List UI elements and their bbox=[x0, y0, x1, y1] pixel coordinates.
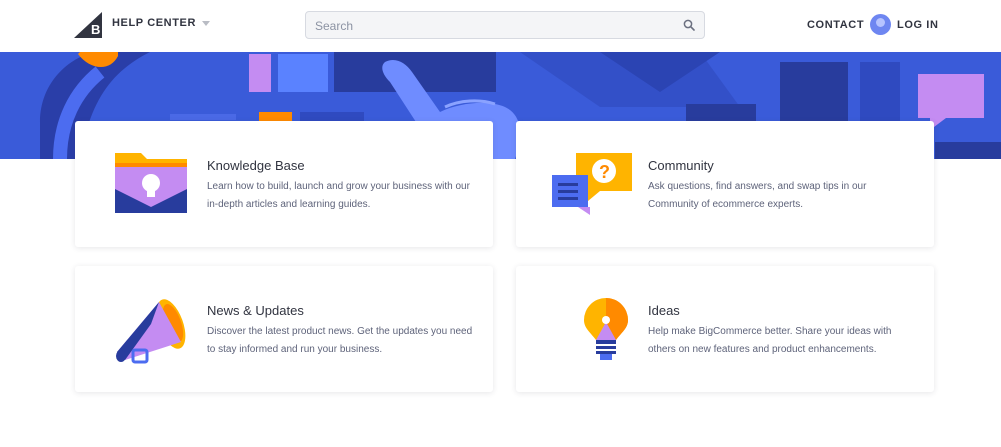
bigcommerce-logo[interactable]: B bbox=[74, 12, 102, 38]
caret-down-icon bbox=[202, 20, 211, 26]
user-avatar-icon bbox=[870, 14, 891, 35]
megaphone-icon bbox=[116, 299, 186, 364]
search-input[interactable] bbox=[315, 18, 675, 34]
card-knowledge-base[interactable]: Knowledge Base Learn how to build, launc… bbox=[75, 121, 493, 247]
card-title: Ideas bbox=[648, 303, 680, 318]
card-community[interactable]: ? Community Ask questions, find answers,… bbox=[516, 121, 934, 247]
contact-link[interactable]: CONTACT bbox=[807, 19, 864, 31]
folder-lightbulb-icon bbox=[115, 153, 187, 213]
card-ideas[interactable]: Ideas Help make BigCommerce better. Shar… bbox=[516, 266, 934, 392]
lightbulb-icon bbox=[584, 298, 628, 360]
card-title: News & Updates bbox=[207, 303, 304, 318]
chat-question-icon: ? bbox=[552, 153, 632, 215]
help-center-menu[interactable]: HELP CENTER bbox=[112, 17, 211, 29]
card-news-updates[interactable]: News & Updates Discover the latest produ… bbox=[75, 266, 493, 392]
card-title: Community bbox=[648, 158, 714, 173]
card-description: Discover the latest product news. Get th… bbox=[207, 326, 473, 355]
search-icon[interactable] bbox=[683, 19, 695, 31]
svg-text:B: B bbox=[91, 22, 100, 37]
card-description: Ask questions, find answers, and swap ti… bbox=[648, 181, 867, 210]
svg-text:?: ? bbox=[599, 162, 610, 182]
card-description: Help make BigCommerce better. Share your… bbox=[648, 326, 892, 355]
card-description: Learn how to build, launch and grow your… bbox=[207, 181, 470, 210]
site-header: B HELP CENTER CONTACT LOG IN bbox=[0, 0, 1001, 52]
brand-label: HELP CENTER bbox=[112, 17, 197, 29]
card-title: Knowledge Base bbox=[207, 158, 305, 173]
login-label: LOG IN bbox=[897, 18, 939, 31]
login-link[interactable]: LOG IN bbox=[870, 14, 939, 35]
search-box[interactable] bbox=[305, 11, 705, 39]
